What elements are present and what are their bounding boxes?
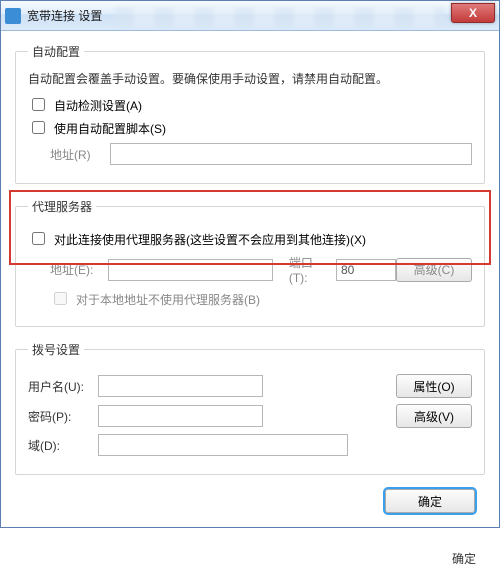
group-dial: 拨号设置 用户名(U): 属性(O) 密码(P): 高级(V) 域(D):: [15, 341, 485, 475]
app-icon: [5, 8, 21, 24]
auto-script-label: 使用自动配置脚本(S): [54, 120, 166, 137]
proxy-use-checkbox-row: 对此连接使用代理服务器(这些设置不会应用到其他连接)(X): [28, 231, 472, 248]
proxy-addr-label: 地址(E):: [50, 261, 108, 278]
auto-detect-label: 自动检测设置(A): [54, 97, 142, 114]
auto-config-desc: 自动配置会覆盖手动设置。要确保使用手动设置，请禁用自动配置。: [28, 70, 472, 89]
proxy-addr-input[interactable]: [108, 259, 273, 281]
proxy-bypass-checkbox[interactable]: [54, 292, 67, 305]
proxy-port-input[interactable]: [336, 259, 396, 281]
group-proxy: 代理服务器 对此连接使用代理服务器(这些设置不会应用到其他连接)(X) 地址(E…: [15, 198, 485, 327]
auto-script-addr-label: 地址(R): [50, 146, 110, 163]
dial-user-input[interactable]: [98, 375, 263, 397]
dial-domain-input[interactable]: [98, 434, 348, 456]
window-title: 宽带连接 设置: [27, 7, 102, 24]
proxy-use-checkbox[interactable]: [32, 232, 45, 245]
dial-pwd-label: 密码(P):: [28, 408, 98, 425]
dial-pwd-input[interactable]: [98, 405, 263, 427]
proxy-use-label: 对此连接使用代理服务器(这些设置不会应用到其他连接)(X): [54, 231, 366, 248]
dial-legend: 拨号设置: [28, 341, 84, 358]
auto-config-legend: 自动配置: [28, 43, 84, 60]
group-auto-config: 自动配置 自动配置会覆盖手动设置。要确保使用手动设置，请禁用自动配置。 自动检测…: [15, 43, 485, 184]
outside-ok-label: 确定: [452, 550, 476, 567]
proxy-legend: 代理服务器: [28, 198, 96, 215]
close-button[interactable]: X: [451, 3, 495, 23]
dial-adv-button[interactable]: 高级(V): [396, 404, 472, 428]
close-icon: X: [469, 6, 477, 20]
proxy-bypass-label: 对于本地地址不使用代理服务器(B): [76, 291, 260, 308]
ok-button[interactable]: 确定: [385, 489, 475, 513]
titlebar: 宽带连接 设置 X: [1, 1, 499, 31]
proxy-advanced-button[interactable]: 高级(C): [396, 258, 472, 282]
auto-detect-checkbox-row: 自动检测设置(A): [28, 97, 472, 114]
dial-user-label: 用户名(U):: [28, 378, 98, 395]
proxy-port-label: 端口(T):: [289, 254, 330, 285]
dial-domain-label: 域(D):: [28, 437, 98, 454]
titlebar-blur: [114, 7, 445, 25]
auto-script-checkbox-row: 使用自动配置脚本(S): [28, 120, 472, 137]
proxy-bypass-checkbox-row: 对于本地地址不使用代理服务器(B): [28, 291, 472, 308]
auto-detect-checkbox[interactable]: [32, 98, 45, 111]
auto-script-checkbox[interactable]: [32, 121, 45, 134]
dial-props-button[interactable]: 属性(O): [396, 374, 472, 398]
auto-script-addr-input[interactable]: [110, 143, 472, 165]
